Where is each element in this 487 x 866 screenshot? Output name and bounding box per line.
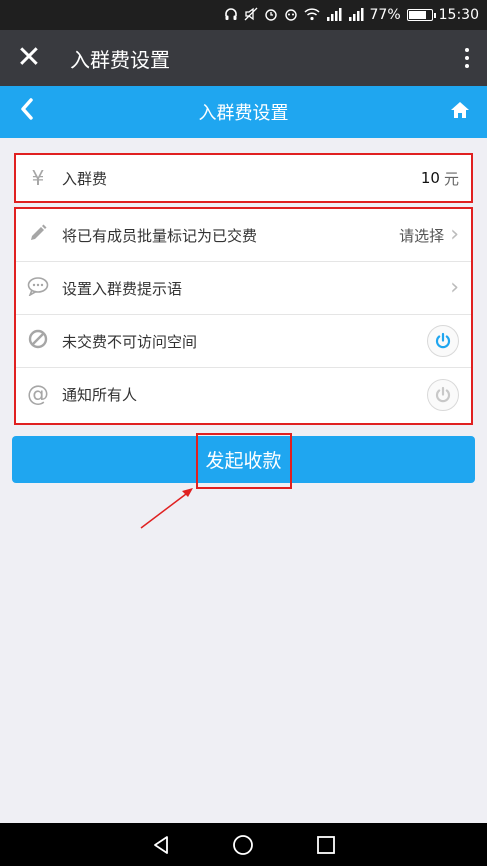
fee-prompt-label: 设置入群费提示语 xyxy=(62,279,183,298)
restrict-access-label: 未交费不可访问空间 xyxy=(62,332,198,351)
settings-list: 将已有成员批量标记为已交费 请选择 › 设置入群费提示语 › 未交费不可访问空间… xyxy=(14,207,473,425)
yuan-icon: ¥ xyxy=(31,166,45,190)
alarm-icon xyxy=(264,7,278,24)
fee-row[interactable]: ¥ 入群费 10 元 xyxy=(16,155,471,201)
mute-icon xyxy=(244,7,258,24)
highlight-box xyxy=(196,433,292,489)
recent-apps-icon[interactable] xyxy=(315,834,337,856)
home-icon[interactable] xyxy=(433,100,487,125)
restrict-access-toggle[interactable] xyxy=(427,325,459,357)
chat-bubble-icon xyxy=(26,276,50,301)
headphones-icon xyxy=(224,7,238,24)
mark-paid-row[interactable]: 将已有成员批量标记为已交费 请选择 › xyxy=(16,209,471,262)
close-icon[interactable]: ✕ xyxy=(0,30,58,86)
chevron-right-icon: › xyxy=(450,222,459,247)
annotation-arrow-icon xyxy=(140,488,193,529)
battery-icon xyxy=(406,9,436,21)
back-triangle-icon[interactable] xyxy=(150,834,172,856)
app-title: 入群费设置 xyxy=(70,47,170,72)
notify-all-label: 通知所有人 xyxy=(62,386,138,404)
back-icon[interactable] xyxy=(0,98,54,126)
battery-percent: 77% xyxy=(369,7,401,23)
wifi-icon xyxy=(303,7,320,24)
app-bar: ✕ 入群费设置 xyxy=(0,30,487,86)
status-bar: 77% 15:30 xyxy=(0,0,487,30)
at-icon: @ xyxy=(27,382,49,407)
restrict-access-row: 未交费不可访问空间 xyxy=(16,315,471,368)
notify-all-toggle[interactable] xyxy=(427,378,459,411)
mark-paid-hint: 请选择 xyxy=(399,226,445,245)
mark-paid-label: 将已有成员批量标记为已交费 xyxy=(62,226,258,245)
battery-fill xyxy=(408,11,426,19)
system-nav-bar xyxy=(0,823,487,866)
power-icon xyxy=(435,332,451,349)
fee-value[interactable]: 10 xyxy=(421,169,440,187)
pencil-icon xyxy=(26,223,50,248)
prohibited-icon xyxy=(26,329,50,354)
eye-comfort-icon xyxy=(284,7,298,24)
fee-prompt-row[interactable]: 设置入群费提示语 › xyxy=(16,262,471,315)
fee-unit: 元 xyxy=(443,169,459,188)
clock: 15:30 xyxy=(438,7,479,23)
fee-label: 入群费 xyxy=(62,169,108,188)
more-menu-icon[interactable] xyxy=(447,48,487,68)
home-circle-icon[interactable] xyxy=(232,834,254,856)
chevron-right-icon: › xyxy=(450,275,459,300)
power-icon xyxy=(435,386,451,402)
fee-card: ¥ 入群费 10 元 xyxy=(14,153,473,203)
nav-bar: 入群费设置 xyxy=(0,86,487,138)
page-title: 入群费设置 xyxy=(198,103,289,124)
signal-2g-icon xyxy=(326,7,342,24)
notify-all-row: @ 通知所有人 xyxy=(16,368,471,421)
signal-3g-icon xyxy=(348,7,364,24)
